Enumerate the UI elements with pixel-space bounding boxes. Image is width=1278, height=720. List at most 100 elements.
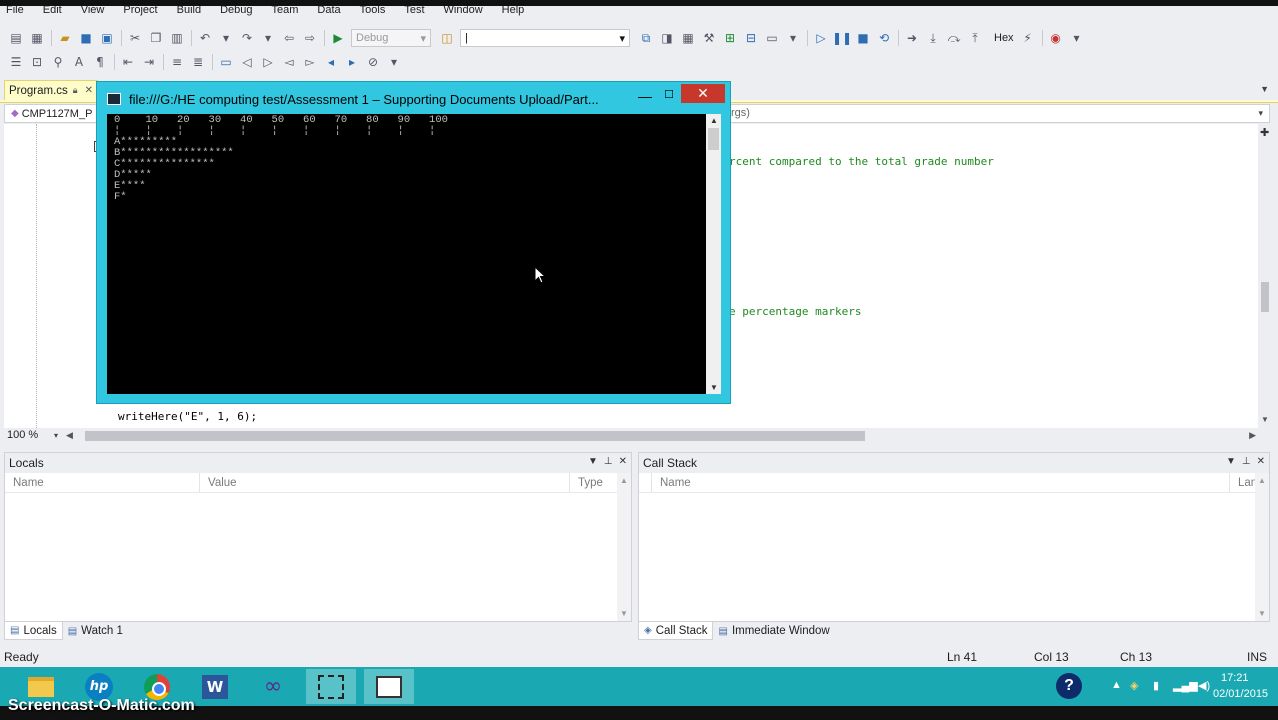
scrollbar-thumb[interactable]: [84, 431, 865, 441]
parameter-info-icon[interactable]: ⊡: [29, 54, 45, 70]
pin-icon[interactable]: ⊥: [604, 456, 613, 467]
panel-scrollbar[interactable]: ▲ ▼: [1255, 473, 1269, 621]
navigate-backward-icon[interactable]: ⇦: [281, 30, 297, 46]
scrollbar-thumb[interactable]: [708, 128, 719, 150]
column-header-name[interactable]: Name: [5, 473, 199, 492]
chevron-down-icon[interactable]: ▾: [54, 431, 58, 440]
show-hidden-icons-icon[interactable]: ▲: [1111, 679, 1122, 691]
copy-icon[interactable]: ❐: [148, 30, 164, 46]
toolbox-icon[interactable]: ⚒: [701, 30, 717, 46]
close-icon[interactable]: ✕: [681, 84, 725, 103]
next-bookmark-folder-icon[interactable]: ▻: [302, 54, 318, 70]
column-header-type[interactable]: Type: [569, 473, 617, 492]
notification-icon[interactable]: ◈: [1130, 679, 1138, 692]
tab-call-stack[interactable]: ◈ Call Stack: [638, 622, 714, 640]
menu-tools[interactable]: Tools: [360, 6, 386, 18]
break-all-icon[interactable]: ❚❚: [832, 30, 852, 46]
previous-bookmark-icon[interactable]: ◁: [239, 54, 255, 70]
split-window-icon[interactable]: ✚: [1260, 126, 1269, 139]
scroll-down-icon[interactable]: ▼: [1258, 609, 1266, 618]
editor-vertical-scrollbar[interactable]: ✚ ▼: [1258, 124, 1272, 428]
panel-scrollbar[interactable]: ▲ ▼: [617, 473, 631, 621]
threads-icon[interactable]: ⚡: [1020, 30, 1036, 46]
continue-icon[interactable]: ▷: [813, 30, 829, 46]
comment-lines-icon[interactable]: ≡: [169, 54, 185, 70]
volume-icon[interactable]: ◀): [1198, 679, 1210, 692]
next-bookmark-icon[interactable]: ▷: [260, 54, 276, 70]
toolbar-options-icon[interactable]: ▾: [386, 54, 402, 70]
save-icon[interactable]: ■: [78, 30, 94, 46]
find-combo-input[interactable]: | ▾: [460, 29, 630, 47]
start-page-icon[interactable]: ⊞: [722, 30, 738, 46]
stop-debugging-icon[interactable]: ■: [855, 30, 871, 46]
new-project-icon[interactable]: ▤: [8, 30, 24, 46]
solution-configuration-dropdown[interactable]: Debug ▾: [351, 29, 431, 47]
clock-date[interactable]: 02/01/2015: [1213, 688, 1268, 700]
breakpoints-dropdown-icon[interactable]: ▾: [1069, 30, 1085, 46]
tab-program-cs[interactable]: Program.cs 🔒︎ ✕: [4, 80, 98, 100]
step-into-icon[interactable]: ⤓: [925, 30, 941, 46]
step-over-icon[interactable]: ⤼: [946, 30, 962, 46]
uncomment-lines-icon[interactable]: ≣: [190, 54, 206, 70]
scroll-up-icon[interactable]: ▲: [710, 116, 718, 125]
scroll-up-icon[interactable]: ▲: [620, 476, 628, 485]
menu-team[interactable]: Team: [272, 6, 299, 18]
previous-bookmark-folder-icon[interactable]: ◅: [281, 54, 297, 70]
step-out-icon[interactable]: ⤒: [967, 30, 983, 46]
scroll-left-icon[interactable]: ◀: [66, 430, 73, 441]
menu-view[interactable]: View: [81, 6, 105, 18]
chevron-down-icon[interactable]: ▼: [1226, 456, 1236, 467]
add-item-icon[interactable]: ▦: [29, 30, 45, 46]
column-header-name[interactable]: Name: [651, 473, 1229, 492]
taskbar-word[interactable]: W: [190, 669, 240, 704]
menu-build[interactable]: Build: [177, 6, 201, 18]
member-dropdown[interactable]: rgs): [731, 107, 750, 119]
battery-icon[interactable]: ▮: [1153, 679, 1159, 692]
start-debugging-icon[interactable]: ▶: [330, 30, 346, 46]
console-window[interactable]: file:///G:/HE computing test/Assessment …: [96, 81, 731, 404]
toggle-bookmark-icon[interactable]: ▭: [218, 54, 234, 70]
console-output[interactable]: 0 10 20 30 40 50 60 70 80 90 100 ¦ ¦ ¦ ¦…: [107, 114, 706, 394]
redo-dropdown-icon[interactable]: ▾: [260, 30, 276, 46]
menu-file[interactable]: File: [6, 6, 24, 18]
extension-manager-icon[interactable]: ⊟: [743, 30, 759, 46]
increase-indent-icon[interactable]: ⇥: [141, 54, 157, 70]
console-app-icon[interactable]: [107, 93, 121, 105]
tab-watch-1[interactable]: ▤ Watch 1: [63, 622, 128, 640]
network-icon[interactable]: ▂▄▆: [1173, 679, 1198, 692]
menu-window[interactable]: Window: [444, 6, 483, 18]
taskbar-console[interactable]: [364, 669, 414, 704]
tab-immediate-window[interactable]: ▤ Immediate Window: [713, 622, 834, 640]
cut-icon[interactable]: ✂: [127, 30, 143, 46]
class-dropdown[interactable]: ◆ CMP1127M_P: [5, 105, 101, 122]
taskbar-visual-studio[interactable]: ∞: [248, 669, 298, 704]
close-tab-icon[interactable]: ✕: [85, 85, 93, 96]
chevron-down-icon[interactable]: ▼: [588, 456, 598, 467]
menu-edit[interactable]: Edit: [43, 6, 62, 18]
column-header-lang[interactable]: Lang: [1229, 473, 1257, 492]
tab-locals[interactable]: ▤ Locals: [4, 622, 63, 640]
chevron-down-icon[interactable]: ▾: [1258, 108, 1263, 119]
menu-test[interactable]: Test: [404, 6, 424, 18]
next-bookmark-document-icon[interactable]: ▸: [344, 54, 360, 70]
find-in-files-icon[interactable]: ◫: [439, 30, 455, 46]
chevron-down-icon[interactable]: ▼: [1260, 84, 1269, 94]
hex-display-button[interactable]: Hex: [994, 32, 1014, 44]
save-all-icon[interactable]: ▣: [99, 30, 115, 46]
complete-word-icon[interactable]: A: [71, 54, 87, 70]
taskbar-screen-recorder[interactable]: [306, 669, 356, 704]
previous-bookmark-document-icon[interactable]: ◂: [323, 54, 339, 70]
paste-icon[interactable]: ▥: [169, 30, 185, 46]
clear-bookmarks-icon[interactable]: ⊘: [365, 54, 381, 70]
solution-explorer-icon[interactable]: ⧉: [638, 30, 654, 46]
scroll-right-icon[interactable]: ▶: [1249, 430, 1256, 441]
console-scrollbar[interactable]: ▲ ▼: [706, 114, 721, 394]
command-window-icon[interactable]: ▭: [764, 30, 780, 46]
quick-info-icon[interactable]: ⚲: [50, 54, 66, 70]
help-icon[interactable]: ?: [1056, 673, 1082, 699]
maximize-icon[interactable]: ☐: [657, 85, 681, 103]
scrollbar-thumb[interactable]: [1261, 282, 1269, 312]
zoom-level[interactable]: 100 %: [4, 429, 54, 441]
show-next-statement-icon[interactable]: ➜: [904, 30, 920, 46]
scroll-down-icon[interactable]: ▼: [710, 383, 718, 392]
